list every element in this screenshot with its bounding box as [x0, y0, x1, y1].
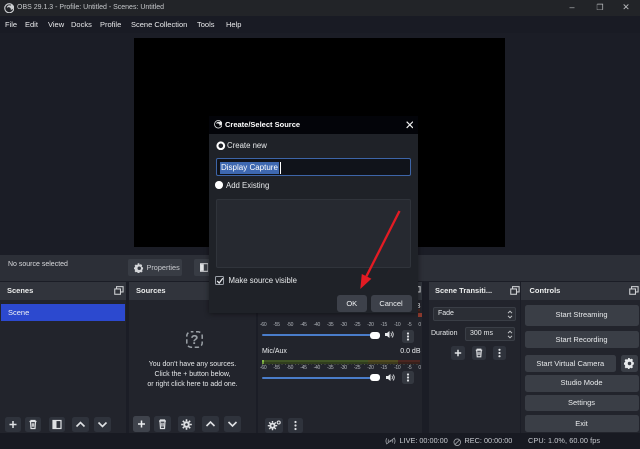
svg-text:?: ?: [191, 332, 199, 347]
